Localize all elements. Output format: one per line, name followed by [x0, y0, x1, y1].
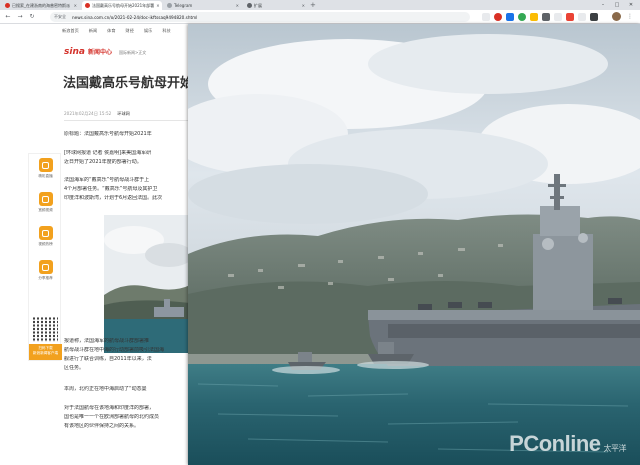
pconline-watermark: PConline 太平洋 — [509, 431, 626, 457]
extension-icon[interactable] — [506, 13, 514, 21]
extension-icon[interactable] — [518, 13, 526, 21]
side-tool-share[interactable]: 分享推荐 — [29, 258, 62, 290]
extension-icon[interactable] — [590, 13, 598, 21]
extension-icon[interactable] — [578, 13, 586, 21]
tab-label: 已搜索_在建浙南的海普密特斯派 — [12, 2, 70, 8]
tab-label: 扩展 — [254, 2, 262, 8]
side-tool-live[interactable]: 精彩直播 — [29, 156, 62, 188]
article-photo-image — [104, 215, 190, 353]
tab-favicon-icon — [5, 3, 10, 8]
extension-icon[interactable] — [554, 13, 562, 21]
browser-toolbar: ← → ↻ 不安全 news.sina.com.cn/o/2021-02-24/… — [0, 10, 640, 24]
top-nav-link[interactable]: 科技 — [162, 28, 170, 34]
tab-close-icon[interactable]: ✕ — [234, 3, 239, 8]
profile-avatar[interactable] — [612, 12, 621, 21]
reload-button[interactable]: ↻ — [28, 13, 36, 21]
live-icon — [38, 158, 53, 172]
new-tab-button[interactable]: + — [310, 1, 316, 9]
tab-close-icon[interactable]: ✕ — [154, 3, 159, 8]
article-paragraph: 航母战斗群在地中海的行动部署前吸引法国海 — [64, 347, 165, 353]
article-paragraph: 国也是唯一一个在欧洲部署航母的北约成员 — [64, 414, 160, 420]
tab-favicon-icon — [167, 3, 172, 8]
tab-favicon-icon — [85, 3, 90, 8]
carrier-photo — [188, 24, 640, 465]
logo-news-center: 新闻中心 — [87, 49, 112, 56]
top-nav-link[interactable]: 新浪首页 — [62, 28, 79, 34]
floating-side-toolbar: 精彩直播 宽频视频 视频热榜 分享推荐 扫码下载 新浪新闻客户端 — [28, 153, 62, 361]
article-paragraph: 舰进行了联合训练，自2011年以来，法 — [64, 356, 152, 362]
article-paragraph: 近日开始了2021年度的部署行动。 — [64, 159, 142, 165]
article-photo[interactable] — [104, 215, 190, 353]
article-paragraph: [环球网报道 记者 侯嘉明]来美国海军研 — [64, 150, 152, 156]
top-nav-link[interactable]: 体育 — [107, 28, 115, 34]
maximize-button[interactable]: □ — [610, 0, 624, 10]
sina-news-logo[interactable]: sina 新闻中心 国际新闻>正文 — [64, 47, 146, 57]
tab-favicon-icon — [247, 3, 252, 8]
article-paragraph: 本周，北约正在地中海启动了“动态曼 — [64, 386, 147, 392]
article-paragraph: 原标题：法国戴高乐号航母开始2021年 — [64, 131, 152, 137]
watermark-sub: 太平洋 — [603, 444, 627, 453]
hot-list-icon — [38, 226, 53, 240]
logo-sina: sina — [64, 47, 85, 57]
tab-label: 法国戴高乐号航母开始2021年部署 — [92, 2, 155, 8]
menu-icon[interactable]: ⋮ — [626, 13, 634, 21]
side-tool-label: 宽频视频 — [38, 208, 53, 212]
extension-icon[interactable] — [542, 13, 550, 21]
image-viewer[interactable]: PConline 太平洋 — [188, 24, 640, 465]
side-tool-label: 精彩直播 — [38, 174, 53, 178]
side-tool-hot-list[interactable]: 视频热榜 — [29, 224, 62, 256]
article-source[interactable]: 环球网 — [117, 111, 130, 117]
article-meta: 2021年02月24日 15:52 环球网 — [64, 111, 130, 117]
watermark-text: PConline — [509, 431, 601, 456]
top-nav-link[interactable]: 娱乐 — [144, 28, 152, 34]
url-text[interactable]: news.sina.com.cn/o/2021-02-24/doc-ikftss… — [72, 15, 197, 20]
address-bar[interactable]: 不安全 news.sina.com.cn/o/2021-02-24/doc-ik… — [50, 12, 470, 22]
side-tool-label: 分享推荐 — [38, 276, 53, 280]
extension-icon[interactable] — [482, 13, 490, 21]
close-window-button[interactable]: ✕ — [624, 0, 638, 10]
top-nav-link[interactable]: 财经 — [126, 28, 134, 34]
article-paragraph: 区任务。 — [64, 365, 85, 371]
extension-icon[interactable] — [494, 13, 502, 21]
article-paragraph: 报道称，法国海军的航母战斗群部署推 — [64, 338, 150, 344]
screenshot-root: 已搜索_在建浙南的海普密特斯派 ✕ 法国戴高乐号航母开始2021年部署 ✕ Te… — [0, 0, 640, 465]
breadcrumb[interactable]: 国际新闻>正文 — [119, 50, 146, 56]
side-tool-label: 视频热榜 — [38, 242, 53, 246]
article-paragraph: 4个月部署任务。“戴高乐”号航母及其护卫 — [64, 186, 158, 192]
article-paragraph: 有该地区的伙伴保持之间的关系。 — [64, 423, 140, 429]
share-icon — [38, 260, 53, 274]
forward-button[interactable]: → — [16, 13, 24, 21]
extension-icon[interactable] — [530, 13, 538, 21]
side-tool-video[interactable]: 宽频视频 — [29, 190, 62, 222]
browser-tab-3[interactable]: Telegram ✕ — [164, 1, 242, 10]
tab-label: Telegram — [174, 3, 193, 8]
security-indicator[interactable]: 不安全 — [54, 14, 66, 20]
browser-tab-2-active[interactable]: 法国戴高乐号航母开始2021年部署 ✕ — [82, 1, 162, 10]
video-icon — [38, 192, 53, 206]
qr-download-label[interactable]: 扫码下载 新浪新闻客户端 — [29, 344, 62, 360]
article-date: 2021年02月24日 15:52 — [64, 111, 112, 116]
browser-tab-4[interactable]: 扩展 ✕ — [244, 1, 308, 10]
tab-close-icon[interactable]: ✕ — [300, 3, 305, 8]
browser-tab-1[interactable]: 已搜索_在建浙南的海普密特斯派 ✕ — [2, 1, 80, 10]
article-paragraph: 印度洋和波斯湾，计划于6月返回法国。此次 — [64, 195, 163, 201]
article-paragraph: 对于法国航母在该地海和印度洋的部署， — [64, 405, 155, 411]
article-title: 法国戴高乐号航母开始 — [63, 76, 194, 91]
top-nav-link[interactable]: 新闻 — [89, 28, 97, 34]
site-top-nav: 新浪首页 新闻 体育 财经 娱乐 科技 — [62, 28, 171, 34]
article-paragraph: 法国海军的“戴高乐”号航母战斗群于上 — [64, 177, 150, 183]
divider — [64, 120, 190, 121]
qr-label-line: 新浪新闻客户端 — [32, 351, 59, 355]
back-button[interactable]: ← — [4, 13, 12, 21]
extension-icon[interactable] — [566, 13, 574, 21]
qr-code-pattern — [33, 317, 58, 342]
browser-tab-strip: 已搜索_在建浙南的海普密特斯派 ✕ 法国戴高乐号航母开始2021年部署 ✕ Te… — [0, 0, 640, 10]
tab-close-icon[interactable]: ✕ — [72, 3, 77, 8]
minimize-button[interactable]: – — [596, 0, 610, 10]
